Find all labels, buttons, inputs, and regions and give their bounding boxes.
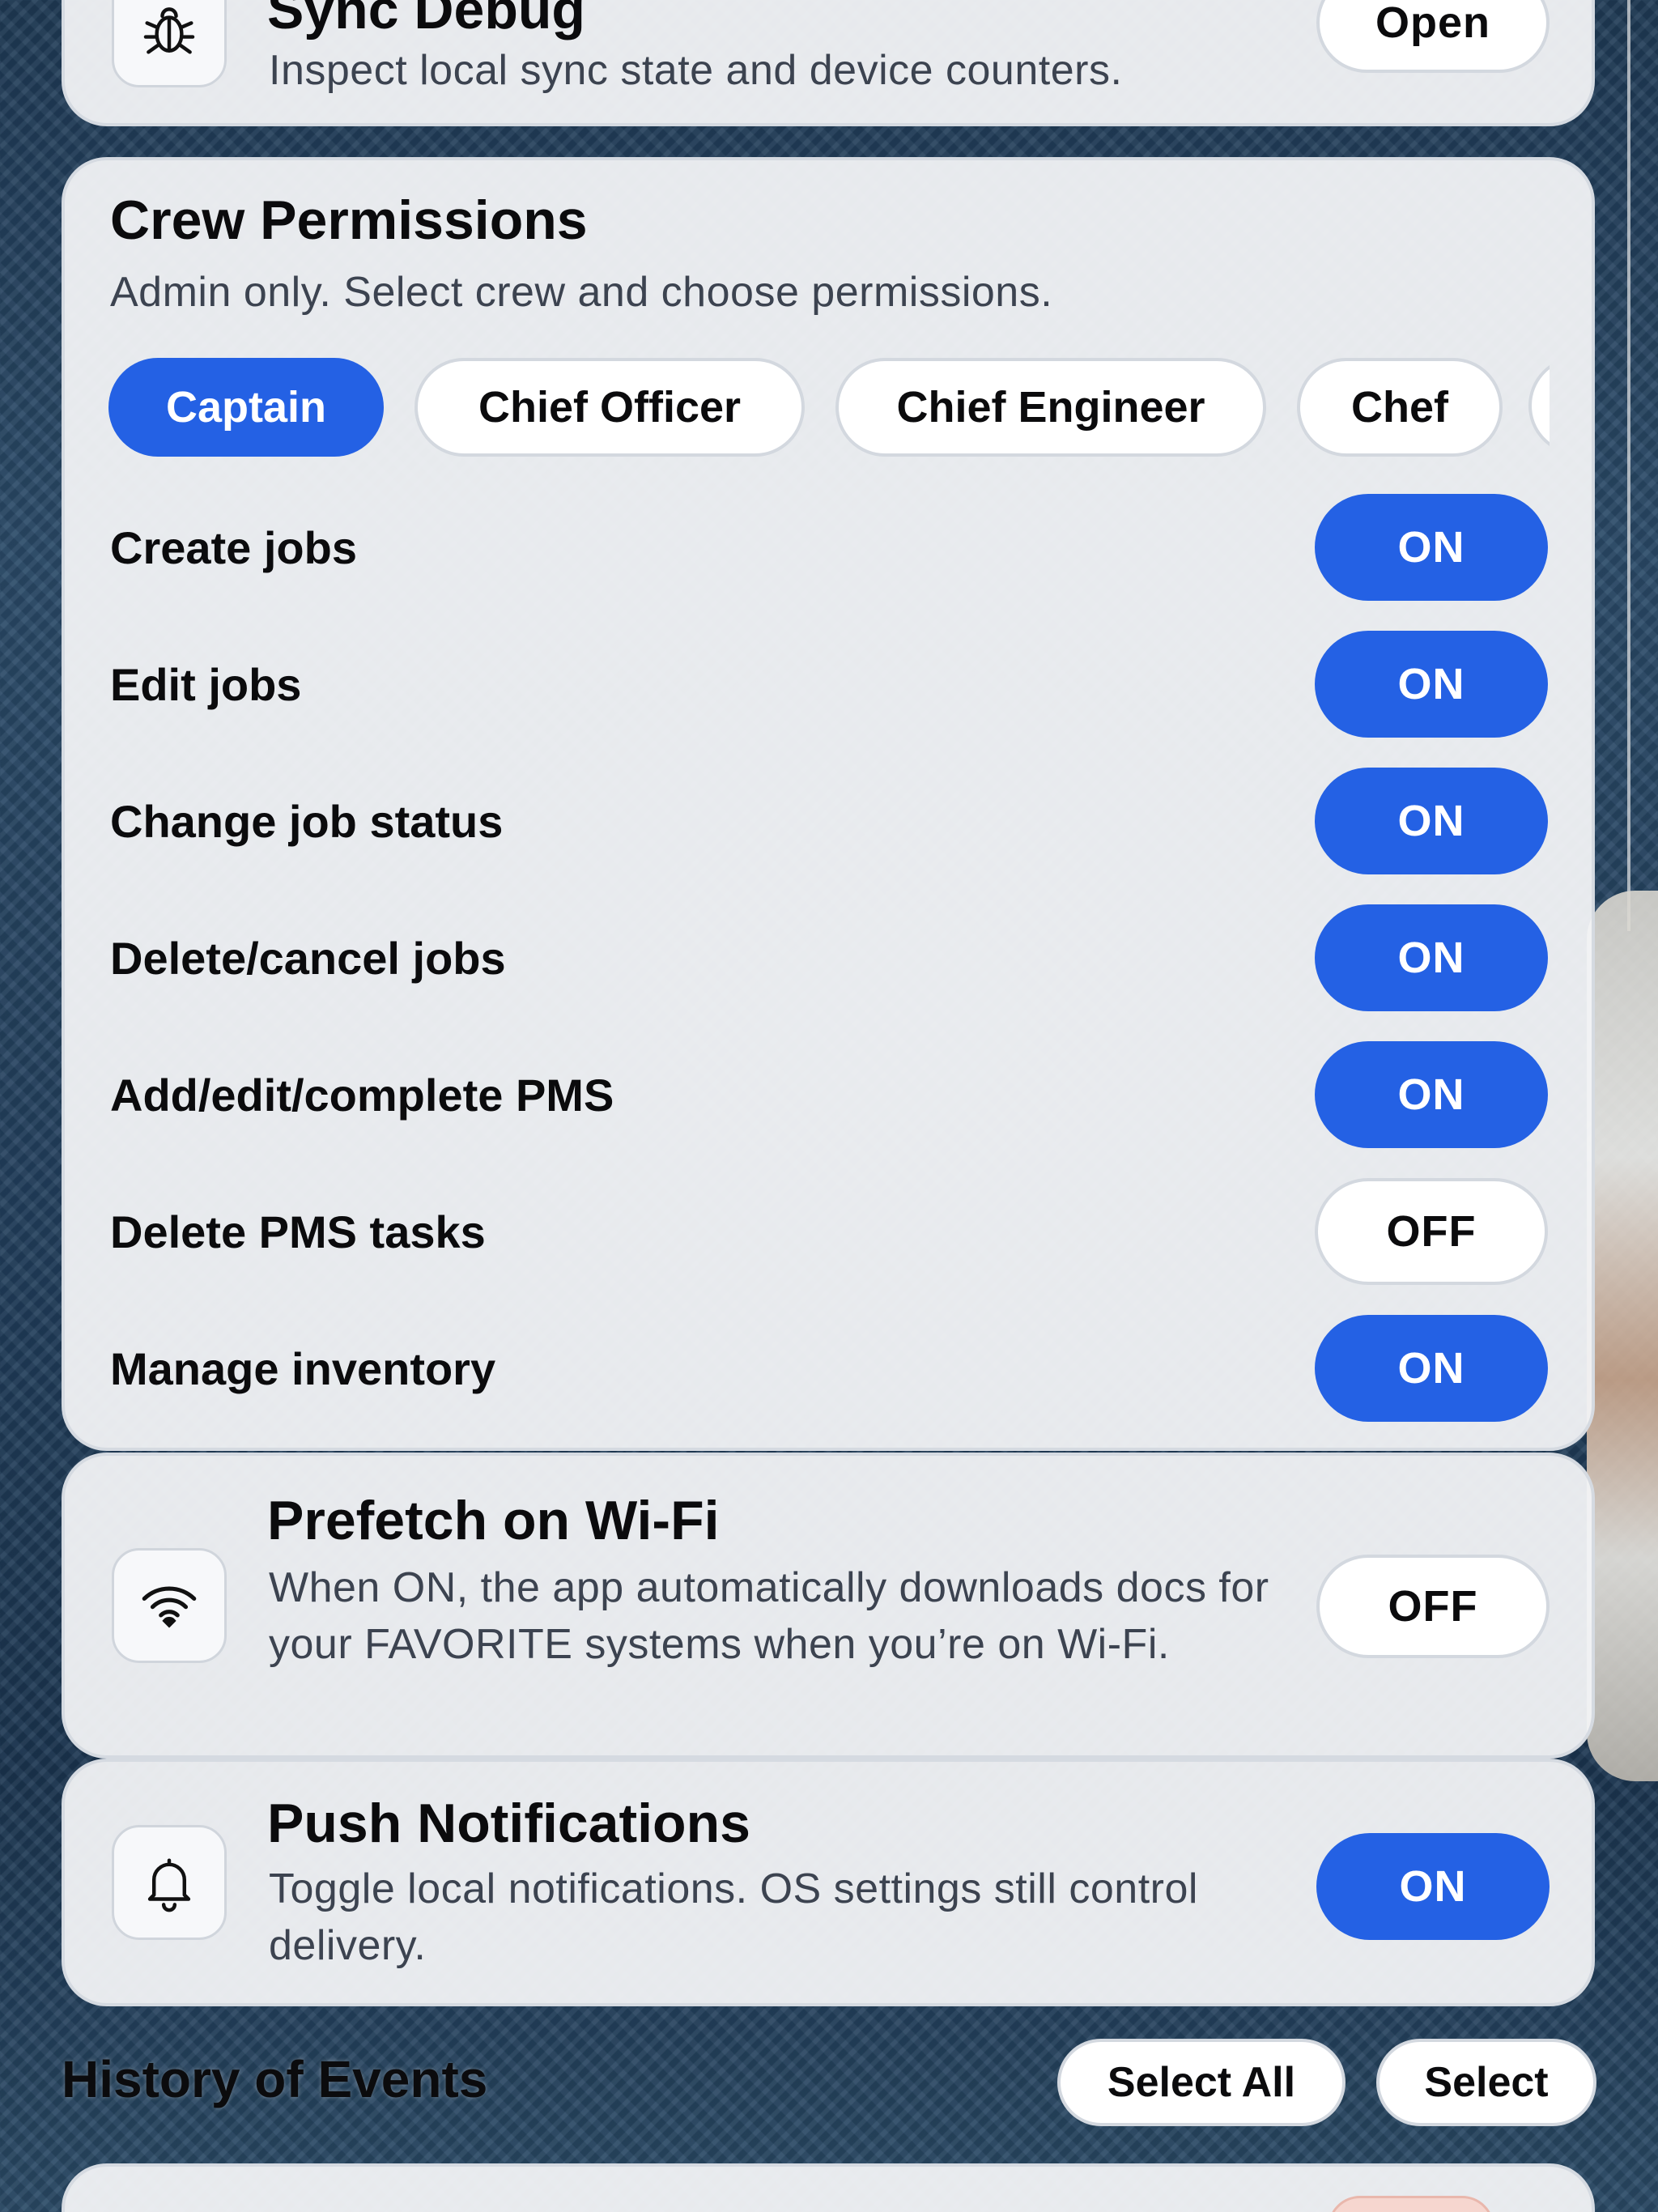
history-item-badge <box>1328 2196 1494 2212</box>
yacht-mast <box>1627 0 1630 931</box>
prefetch-toggle[interactable]: OFF <box>1316 1555 1550 1658</box>
history-title: History of Events <box>62 2050 488 2108</box>
history-select-all-button[interactable]: Select All <box>1057 2039 1346 2126</box>
history-list-card <box>62 2163 1595 2212</box>
crew-permissions-title: Crew Permissions <box>110 189 588 251</box>
yacht-background <box>1587 891 1658 1781</box>
prefetch-description: When ON, the app automatically downloads… <box>269 1564 1269 1668</box>
permission-toggle-manage-inventory[interactable]: ON <box>1315 1315 1548 1422</box>
bell-icon <box>112 1825 227 1940</box>
permission-label-manage-inventory: Manage inventory <box>110 1343 496 1394</box>
permission-label-add-edit-complete-pms: Add/edit/complete PMS <box>110 1070 614 1121</box>
wifi-icon <box>112 1548 227 1663</box>
push-notifications-card: Push Notifications Toggle local notifica… <box>62 1759 1595 2006</box>
crew-chip-captain[interactable]: Captain <box>108 358 384 457</box>
prefetch-card: Prefetch on Wi-Fi When ON, the app autom… <box>62 1453 1595 1759</box>
permission-toggle-delete-pms-tasks[interactable]: OFF <box>1315 1178 1548 1285</box>
push-notifications-title: Push Notifications <box>267 1793 750 1854</box>
permission-toggle-add-edit-complete-pms[interactable]: ON <box>1315 1041 1548 1148</box>
sync-debug-title: Sync Debug <box>267 0 585 40</box>
permission-label-change-job-status: Change job status <box>110 796 504 847</box>
crew-chip-overflow[interactable] <box>1528 356 1550 457</box>
permission-label-create-jobs: Create jobs <box>110 522 357 573</box>
sync-debug-open-button[interactable]: Open <box>1316 0 1550 73</box>
bug-icon <box>112 0 227 87</box>
permission-toggle-change-job-status[interactable]: ON <box>1315 768 1548 874</box>
push-notifications-toggle[interactable]: ON <box>1316 1833 1550 1940</box>
push-notifications-description: Toggle local notifications. OS settings … <box>269 1865 1198 1969</box>
crew-chip-chief-officer[interactable]: Chief Officer <box>414 358 805 457</box>
crew-chip-chief-engineer[interactable]: Chief Engineer <box>835 358 1266 457</box>
permission-toggle-edit-jobs[interactable]: ON <box>1315 631 1548 738</box>
permission-toggle-create-jobs[interactable]: ON <box>1315 494 1548 601</box>
permission-toggle-delete-cancel-jobs[interactable]: ON <box>1315 904 1548 1011</box>
sync-debug-description: Inspect local sync state and device coun… <box>269 47 1123 94</box>
crew-chip-chef[interactable]: Chef <box>1297 358 1503 457</box>
permission-label-edit-jobs: Edit jobs <box>110 659 302 710</box>
permission-label-delete-cancel-jobs: Delete/cancel jobs <box>110 933 506 984</box>
permission-label-delete-pms-tasks: Delete PMS tasks <box>110 1206 486 1257</box>
prefetch-title: Prefetch on Wi-Fi <box>267 1490 720 1551</box>
sync-debug-card: Sync Debug Inspect local sync state and … <box>62 0 1595 126</box>
crew-permissions-subtitle: Admin only. Select crew and choose permi… <box>110 269 1053 316</box>
history-select-button[interactable]: Select <box>1376 2039 1596 2126</box>
